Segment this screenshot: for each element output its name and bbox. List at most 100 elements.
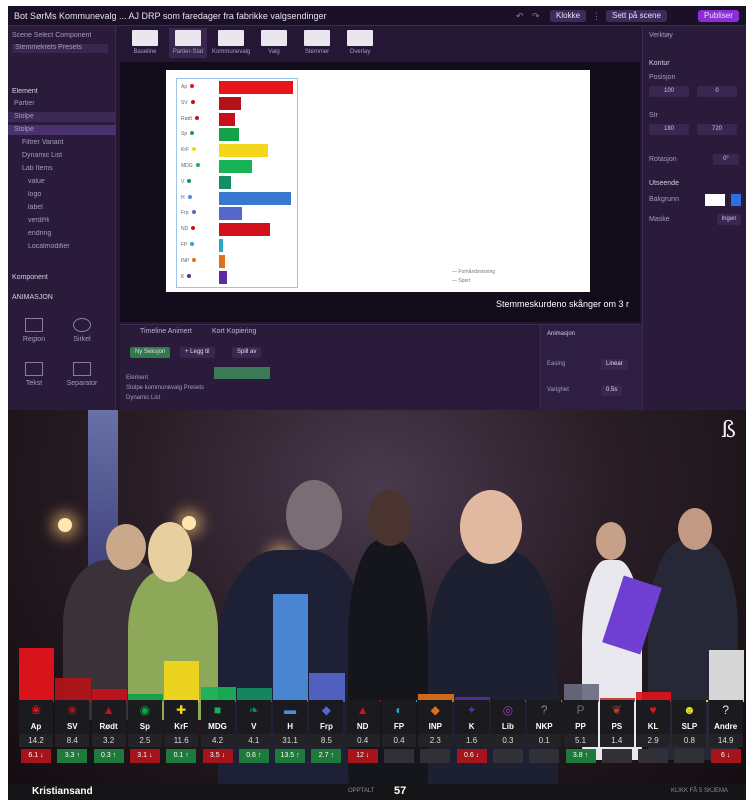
layer-item[interactable]: Stolpe: [14, 126, 34, 135]
title-bar: Bot SørMs Kommunevalg ... AJ DRP som far…: [8, 6, 746, 26]
layer-item[interactable]: Partier: [14, 100, 35, 109]
tab-label: Kommunevalg: [212, 49, 251, 55]
new-section-button[interactable]: Ny Seksjon: [130, 347, 171, 358]
tab-thumbnail: [175, 30, 201, 46]
party-percent: 31.1: [273, 734, 308, 747]
layer-item[interactable]: Localmodifier: [28, 243, 70, 252]
layer-item[interactable]: label: [28, 204, 43, 213]
party-abbr: K: [454, 720, 489, 734]
party-cell: ❀ SV 8.4 3.3 ↑: [54, 700, 90, 782]
party-logo-icon: ☻: [672, 700, 707, 720]
party-cell: ☻ SLP 0.8: [671, 700, 707, 782]
party-cell: ✦ K 1.6 0.6 ↓: [454, 700, 490, 782]
mini-bar: [219, 191, 291, 205]
layer-item[interactable]: Lab Items: [22, 165, 53, 174]
tool-region[interactable]: Region: [16, 316, 52, 352]
tab-timeline[interactable]: Timeline Animert: [140, 328, 192, 335]
mini-label-text: SV: [181, 99, 188, 106]
height-field[interactable]: 720: [697, 124, 737, 135]
timeline-clip[interactable]: [214, 367, 270, 379]
party-cell: ◐ FP 0.4: [381, 700, 417, 782]
rotation-field[interactable]: 0°: [713, 154, 739, 165]
appearance-heading: Utseende: [649, 180, 679, 187]
layer-item[interactable]: Filtrer Variant: [22, 139, 64, 148]
party-logo-icon: ❦: [599, 700, 634, 720]
color-picker-icon[interactable]: [731, 194, 741, 206]
party-dot-icon: [190, 242, 195, 246]
layer-item[interactable]: endring: [28, 230, 51, 239]
party-abbr: Sp: [127, 720, 162, 734]
add-button[interactable]: + Legg til: [180, 347, 215, 358]
scene-tabs: Baseline Partier-Stat Kommunevalg Valg Stemm…: [126, 28, 426, 58]
publish-button[interactable]: Publiser: [698, 10, 739, 22]
mini-chart-selection[interactable]: Ap SV Rødt Sp KrF MDG V H Frp ND FP INP K: [176, 78, 298, 288]
party-results-strip: ❀ Ap 14.2 6.1 ↓ ❀ SV 8.4 3.3 ↑ ▲ Rødt 3.2 0.3 ↑ ◉ Sp 2…: [18, 700, 744, 782]
tool-separator[interactable]: Separator: [64, 360, 100, 396]
tools-heading: ANIMASJON: [12, 294, 53, 301]
clock-button[interactable]: Klokke: [550, 10, 587, 22]
background-color-swatch[interactable]: [705, 194, 725, 206]
party-logo-icon: ◆: [309, 700, 344, 720]
preview-canvas[interactable]: Ap SV Rødt Sp KrF MDG V H Frp ND FP INP K — Forhånds…: [166, 70, 629, 309]
location-label: Kristiansand: [32, 786, 93, 797]
layer-item[interactable]: Dynamic List: [22, 152, 62, 161]
party-abbr: Andre: [708, 720, 743, 734]
y-field[interactable]: 0: [697, 86, 737, 97]
contour-heading: Kontur: [649, 60, 670, 67]
set-on-stage-button[interactable]: Sett på scene: [606, 10, 667, 22]
easing-field[interactable]: Linear: [601, 359, 628, 370]
timeline-row[interactable]: Dynamic List: [126, 395, 160, 401]
x-field[interactable]: 100: [649, 86, 689, 97]
menu-icon[interactable]: ⋮: [592, 11, 602, 21]
party-percent: 14.2: [19, 734, 53, 747]
party-bar: [164, 660, 200, 702]
party-abbr: Ap: [19, 720, 53, 734]
scene-tab[interactable]: Partier-Stat: [169, 28, 207, 58]
undo-icon[interactable]: ↶: [516, 11, 526, 21]
tool-label: Region: [22, 336, 46, 343]
party-logo-icon: ♥: [636, 700, 671, 720]
timeline-row[interactable]: Stolpe kommunevalg Presets: [126, 385, 204, 391]
party-percent: 0.4: [382, 734, 416, 747]
play-button[interactable]: Spill av: [232, 347, 262, 358]
tab-label: Valg: [268, 49, 280, 55]
timeline-row[interactable]: Element: [126, 375, 148, 381]
mini-label: H: [181, 192, 215, 205]
party-change: 0.6 ↓: [456, 749, 487, 763]
party-change: 3.8 ↑: [565, 749, 596, 763]
mini-bar: [219, 96, 241, 110]
party-change: [601, 749, 632, 763]
right-panel-title: Verktøy: [649, 32, 673, 39]
scene-tab[interactable]: Valg: [255, 28, 293, 58]
tool-label: Tekst: [25, 380, 43, 387]
scene-tab[interactable]: Baseline: [126, 28, 164, 58]
layer-item[interactable]: verdi%: [28, 217, 49, 226]
legend-item: — Forhåndsvisning: [452, 269, 496, 275]
tool-text[interactable]: Tekst: [16, 360, 52, 396]
count-label: OPPTALT: [348, 788, 375, 794]
layer-item[interactable]: Stolpe: [14, 113, 34, 122]
scene-tab[interactable]: Kommunevalg: [212, 28, 250, 58]
layer-item[interactable]: logo: [28, 191, 41, 200]
party-percent: 14.9: [708, 734, 743, 747]
mask-field[interactable]: Ingen: [717, 214, 741, 225]
layer-item[interactable]: value: [28, 178, 45, 187]
mini-label: FP: [181, 239, 215, 252]
mini-label: Rødt: [181, 113, 215, 126]
redo-icon[interactable]: ↷: [532, 11, 542, 21]
tool-circle[interactable]: Sirkel: [64, 316, 100, 352]
mini-label: SV: [181, 97, 215, 110]
scene-tab[interactable]: Stemmer: [298, 28, 336, 58]
duration-field[interactable]: 0.5s: [601, 385, 623, 396]
tab-copy[interactable]: Kort Kopiering: [212, 328, 256, 335]
party-cell: ◆ INP 2.3: [417, 700, 453, 782]
width-field[interactable]: 180: [649, 124, 689, 135]
scene-tab[interactable]: Overlay: [341, 28, 379, 58]
party-logo-icon: ✦: [454, 700, 489, 720]
timeline-panel: Timeline Animert Kort Kopiering Ny Seksj…: [120, 324, 642, 410]
mask-label: Maske: [649, 216, 670, 223]
party-cell: ? Andre 14.9 6 ↓: [708, 700, 744, 782]
canvas-area[interactable]: Ap SV Rødt Sp KrF MDG V H Frp ND FP INP K — Forhånds…: [120, 62, 640, 322]
preset-dropdown[interactable]: Stemmekrets Presets: [12, 44, 108, 53]
tab-thumbnail: [347, 30, 373, 46]
